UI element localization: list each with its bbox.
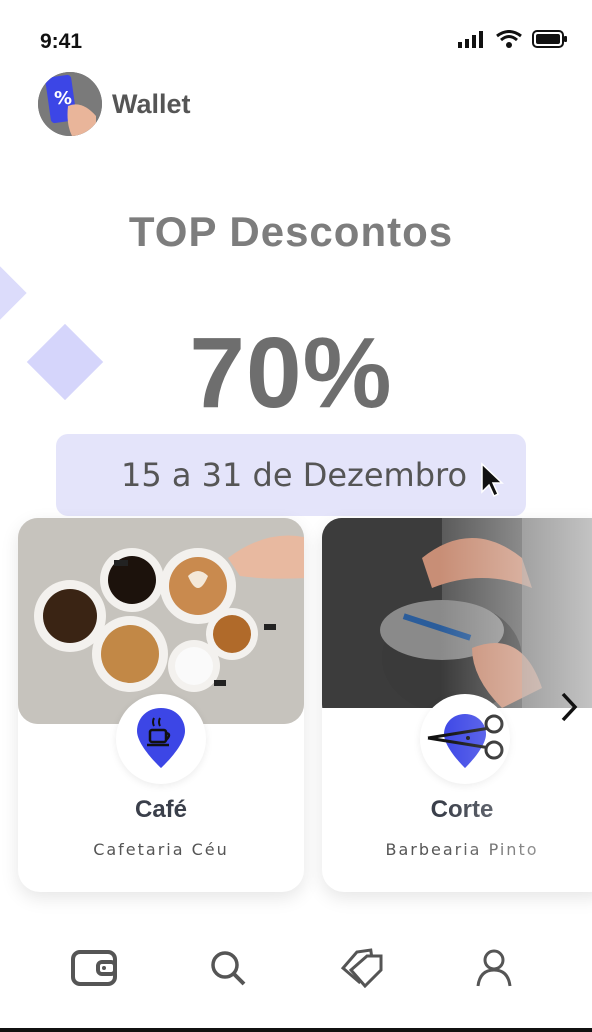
battery-icon xyxy=(532,30,567,48)
bottom-edge-bar xyxy=(0,1028,592,1032)
offer-card-cafe[interactable]: Café Cafetaria Céu xyxy=(18,518,304,892)
card-subtitle: Cafetaria Céu xyxy=(93,840,229,859)
user-icon xyxy=(476,949,512,987)
app-header: % Wallet xyxy=(38,72,191,136)
nav-profile[interactable] xyxy=(470,944,518,992)
mouse-cursor-icon xyxy=(481,462,504,498)
coffee-cup-icon xyxy=(137,708,185,768)
decorative-diamond xyxy=(0,263,27,323)
signal-icon xyxy=(458,31,483,48)
search-icon xyxy=(211,951,246,986)
card-subtitle: Barbearia Pinto xyxy=(385,840,539,859)
tags-icon xyxy=(340,948,383,988)
date-range-text: 15 a 31 de Dezembro xyxy=(120,456,468,494)
chevron-right-icon[interactable] xyxy=(558,690,582,724)
promo-title: TOP Descontos xyxy=(128,208,454,255)
nav-wallet[interactable] xyxy=(70,944,118,992)
status-time: 9:41 xyxy=(40,30,83,53)
bottom-nav xyxy=(0,930,592,1010)
card-title: Café xyxy=(134,796,188,823)
scissors-icon xyxy=(427,714,504,768)
card-title: Corte xyxy=(430,796,494,823)
status-bar: 9:41 xyxy=(0,0,592,60)
wifi-icon xyxy=(496,30,522,48)
nav-search[interactable] xyxy=(204,944,252,992)
nav-coupons[interactable] xyxy=(338,944,386,992)
date-range-pill[interactable]: 15 a 31 de Dezembro xyxy=(56,434,526,516)
category-pin xyxy=(116,694,206,784)
wallet-icon xyxy=(71,950,117,986)
app-title: Wallet xyxy=(112,88,191,119)
category-pin xyxy=(420,694,510,784)
avatar[interactable]: % xyxy=(38,72,102,136)
offer-card-corte[interactable]: Corte Barbearia Pinto xyxy=(322,518,592,892)
discount-percent: 70% xyxy=(189,317,393,429)
status-icons xyxy=(458,30,568,48)
phone-discount-icon: % xyxy=(38,72,102,136)
